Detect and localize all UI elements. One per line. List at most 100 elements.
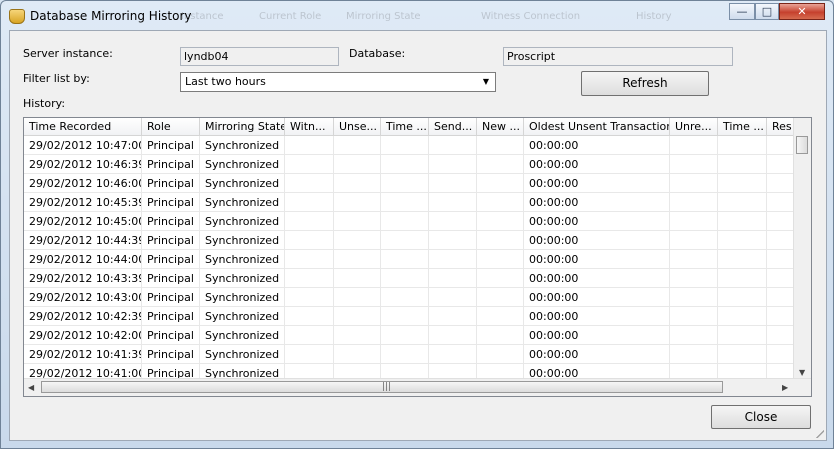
table-cell <box>670 345 718 364</box>
table-cell: 29/02/2012 10:47:00 <box>24 136 142 155</box>
background-title-witness-connection: Witness Connection <box>481 11 581 22</box>
table-cell <box>381 212 429 231</box>
table-cell <box>670 155 718 174</box>
resize-grip-icon[interactable] <box>815 429 824 438</box>
vertical-scroll-thumb[interactable] <box>796 136 808 154</box>
column-header[interactable]: Oldest Unsent Transaction <box>524 118 670 136</box>
table-cell <box>334 307 381 326</box>
table-cell: Principal <box>142 326 200 345</box>
table-cell <box>285 250 334 269</box>
table-cell: Principal <box>142 136 200 155</box>
table-cell <box>285 155 334 174</box>
table-cell <box>718 155 767 174</box>
maximize-button[interactable]: □ <box>755 3 779 20</box>
scroll-grip-icon: ||| <box>382 382 392 392</box>
table-cell <box>285 136 334 155</box>
table-cell: Principal <box>142 345 200 364</box>
close-button[interactable]: Close <box>711 405 811 429</box>
database-icon <box>9 9 25 24</box>
filter-label: Filter list by: <box>23 72 90 85</box>
scroll-down-icon[interactable]: ▼ <box>799 368 805 377</box>
close-window-button[interactable]: ✕ <box>779 3 825 20</box>
table-cell <box>718 269 767 288</box>
table-cell <box>718 307 767 326</box>
table-cell <box>285 345 334 364</box>
column-header[interactable]: Time Recorded <box>24 118 142 136</box>
scroll-right-icon[interactable]: ▶ <box>782 383 788 392</box>
scroll-left-icon[interactable]: ◀ <box>28 383 34 392</box>
title-bar[interactable]: Database Mirroring History Instance Curr… <box>1 1 833 29</box>
minimize-button[interactable]: — <box>729 3 755 20</box>
table-cell: Synchronized <box>200 307 285 326</box>
table-cell <box>381 307 429 326</box>
table-cell <box>670 231 718 250</box>
column-header[interactable]: Send... <box>429 118 477 136</box>
history-label: History: <box>23 97 66 110</box>
column-header[interactable]: New ... <box>477 118 524 136</box>
table-cell <box>334 326 381 345</box>
table-cell <box>718 345 767 364</box>
table-cell: Synchronized <box>200 193 285 212</box>
table-cell <box>670 174 718 193</box>
table-cell: Principal <box>142 250 200 269</box>
table-cell <box>477 288 524 307</box>
column-header[interactable]: Role <box>142 118 200 136</box>
table-cell: 29/02/2012 10:45:00 <box>24 212 142 231</box>
horizontal-scrollbar[interactable]: ◀ ||| ▶ <box>24 378 811 396</box>
history-grid[interactable]: Time Recorded Role Mirroring State Witn... U… <box>23 117 812 397</box>
column-header[interactable]: Unse... <box>334 118 381 136</box>
table-cell <box>285 212 334 231</box>
table-cell: Synchronized <box>200 155 285 174</box>
table-cell <box>477 136 524 155</box>
table-cell: 00:00:00 <box>524 212 670 231</box>
column-header[interactable]: Witn... <box>285 118 334 136</box>
vertical-scrollbar[interactable]: ▼ <box>793 118 811 379</box>
table-row[interactable]: 29/02/2012 10:42:39 Principal Synchronized… <box>24 307 807 326</box>
table-cell <box>670 326 718 345</box>
table-cell: Synchronized <box>200 174 285 193</box>
table-cell <box>429 136 477 155</box>
table-cell <box>381 288 429 307</box>
table-cell: Synchronized <box>200 250 285 269</box>
table-cell: 29/02/2012 10:42:00 <box>24 326 142 345</box>
filter-dropdown[interactable]: Last two hours ▼ <box>180 72 496 92</box>
table-cell: 29/02/2012 10:45:39 <box>24 193 142 212</box>
table-row[interactable]: 29/02/2012 10:44:39 Principal Synchronized… <box>24 231 807 250</box>
table-row[interactable]: 29/02/2012 10:45:00 Principal Synchronized… <box>24 212 807 231</box>
table-cell <box>477 212 524 231</box>
table-row[interactable]: 29/02/2012 10:46:39 Principal Synchronized… <box>24 155 807 174</box>
server-instance-label: Server instance: <box>23 47 113 60</box>
table-cell: Synchronized <box>200 269 285 288</box>
refresh-button[interactable]: Refresh <box>581 71 709 96</box>
column-header[interactable]: Time ... <box>381 118 429 136</box>
table-cell: 00:00:00 <box>524 155 670 174</box>
table-cell <box>381 231 429 250</box>
table-cell <box>670 212 718 231</box>
table-cell <box>429 326 477 345</box>
table-row[interactable]: 29/02/2012 10:45:39 Principal Synchronized… <box>24 193 807 212</box>
table-row[interactable]: 29/02/2012 10:43:00 Principal Synchronized… <box>24 288 807 307</box>
table-cell <box>670 136 718 155</box>
table-row[interactable]: 29/02/2012 10:44:00 Principal Synchronized… <box>24 250 807 269</box>
chevron-down-icon[interactable]: ▼ <box>478 74 494 90</box>
column-header[interactable]: Unre... <box>670 118 718 136</box>
column-header[interactable]: Time ... <box>718 118 767 136</box>
background-title-mirroring-state: Mirroring State <box>346 11 421 22</box>
background-title-current-role: Current Role <box>259 11 322 22</box>
table-cell <box>477 307 524 326</box>
table-row[interactable]: 29/02/2012 10:43:39 Principal Synchronized… <box>24 269 807 288</box>
column-header[interactable]: Mirroring State <box>200 118 285 136</box>
table-cell <box>381 155 429 174</box>
database-field[interactable]: Proscript <box>503 47 733 66</box>
table-row[interactable]: 29/02/2012 10:42:00 Principal Synchronized… <box>24 326 807 345</box>
table-cell <box>334 193 381 212</box>
table-cell: 29/02/2012 10:43:39 <box>24 269 142 288</box>
table-cell <box>429 250 477 269</box>
table-cell <box>477 345 524 364</box>
table-cell <box>429 269 477 288</box>
table-row[interactable]: 29/02/2012 10:41:39 Principal Synchronized… <box>24 345 807 364</box>
table-row[interactable]: 29/02/2012 10:46:00 Principal Synchronized… <box>24 174 807 193</box>
table-row[interactable]: 29/02/2012 10:47:00 Principal Synchronized… <box>24 136 807 155</box>
table-cell <box>381 345 429 364</box>
server-instance-field[interactable]: lyndb04 <box>180 47 339 66</box>
